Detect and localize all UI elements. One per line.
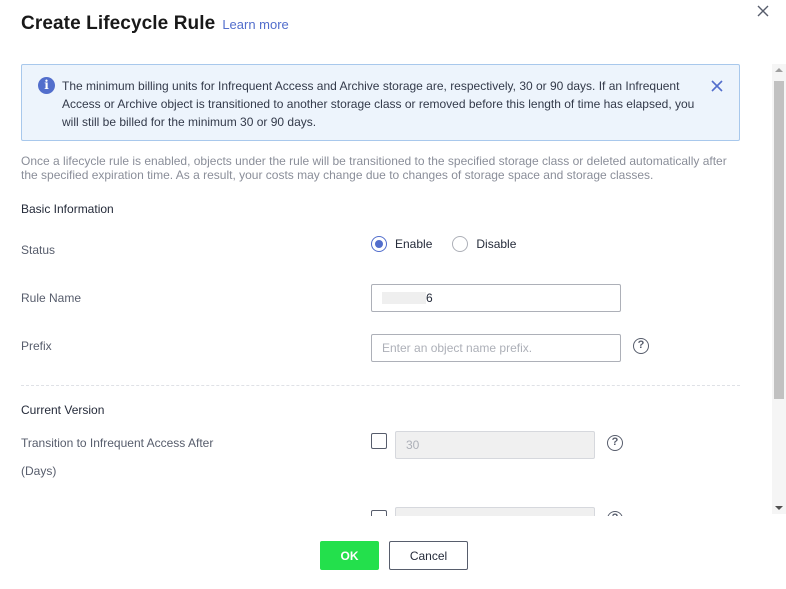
lifecycle-description: Once a lifecycle rule is enabled, object… — [21, 154, 727, 182]
scroll-down-arrow-icon[interactable] — [775, 506, 783, 510]
transition-ia-days-value: 30 — [406, 438, 420, 452]
transition-ia-label: Transition to Infrequent Access After — [21, 436, 214, 450]
billing-alert: i The minimum billing units for Infreque… — [21, 64, 740, 141]
radio-disable-circle[interactable] — [452, 236, 469, 252]
cancel-button[interactable]: Cancel — [389, 541, 468, 570]
prefix-label: Prefix — [21, 339, 52, 353]
dialog-title: Create Lifecycle Rule — [21, 13, 216, 34]
section-current-version: Current Version — [21, 403, 105, 417]
prefix-input[interactable] — [371, 334, 621, 362]
dialog-footer: OK Cancel — [0, 541, 786, 571]
prefix-help-icon[interactable]: ? — [633, 338, 649, 354]
rule-name-input[interactable]: 6 — [371, 284, 621, 312]
dialog-body: i The minimum billing units for Infreque… — [0, 62, 772, 516]
scroll-thumb[interactable] — [774, 81, 784, 399]
transition-archive-checkbox[interactable] — [371, 510, 387, 516]
section-basic-information: Basic Information — [21, 202, 114, 216]
status-radio-group: Enable Disable — [371, 236, 516, 252]
rule-name-value: 6 — [426, 291, 433, 305]
radio-disable-label: Disable — [476, 237, 517, 251]
transition-archive-help-icon[interactable]: ? — [607, 511, 623, 516]
redacted-text — [382, 292, 426, 304]
close-icon[interactable] — [754, 2, 772, 20]
scroll-up-arrow-icon[interactable] — [775, 68, 783, 72]
transition-archive-days-input[interactable] — [395, 507, 595, 516]
vertical-scrollbar[interactable] — [772, 64, 786, 514]
alert-close-icon[interactable] — [710, 79, 724, 93]
radio-enable[interactable]: Enable — [371, 236, 432, 252]
transition-ia-help-icon[interactable]: ? — [607, 435, 623, 451]
transition-ia-checkbox[interactable] — [371, 433, 387, 449]
rule-name-label: Rule Name — [21, 291, 82, 305]
transition-ia-label-days: (Days) — [21, 464, 57, 478]
create-lifecycle-rule-dialog: Create Lifecycle Rule Learn more i The m… — [0, 0, 786, 589]
learn-more-link[interactable]: Learn more — [222, 17, 288, 32]
radio-disable[interactable]: Disable — [452, 236, 516, 252]
radio-enable-label: Enable — [395, 237, 433, 251]
alert-text: The minimum billing units for Infrequent… — [62, 79, 695, 129]
ok-button[interactable]: OK — [320, 541, 379, 570]
transition-ia-days-input[interactable]: 30 — [395, 431, 595, 459]
radio-enable-circle[interactable] — [371, 236, 387, 252]
status-label: Status — [21, 243, 56, 257]
section-divider — [21, 385, 740, 386]
info-icon: i — [38, 77, 55, 94]
dialog-header: Create Lifecycle Rule Learn more — [21, 13, 289, 35]
